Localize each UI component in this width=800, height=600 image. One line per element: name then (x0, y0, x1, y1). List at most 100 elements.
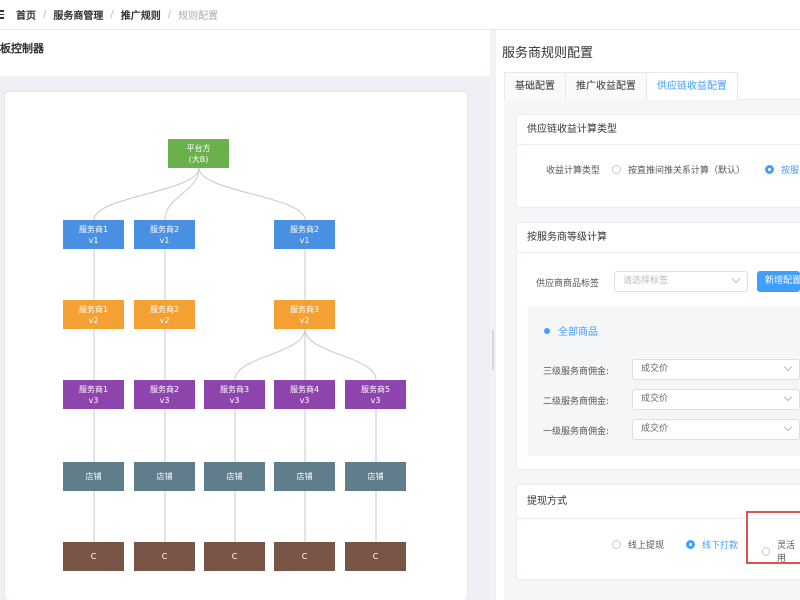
node-customer-4[interactable]: C (274, 542, 335, 571)
top-bar: 首页 / 服务商管理 / 推广规则 / 规则配置 (0, 0, 800, 30)
node-v3-5[interactable]: 服务商5 v3 (345, 380, 406, 409)
withdraw-option-label: 线上提现 (628, 541, 665, 551)
commission-label: 一级服务商佣金: (543, 427, 610, 437)
node-level: v1 (299, 235, 310, 245)
node-name: 店铺 (367, 472, 384, 481)
withdraw-option-offline[interactable]: 线下打款 (686, 538, 738, 551)
node-name: 店铺 (296, 472, 313, 481)
node-v1-1[interactable]: 服务商1 v1 (63, 220, 124, 249)
tag-label: 供应商商品标签 (536, 276, 599, 289)
commission-value: 成交价 (641, 424, 669, 434)
config-title: 服务商规则配置 (502, 46, 594, 61)
chevron-down-icon (783, 362, 793, 372)
chevron-down-icon (783, 422, 793, 432)
breadcrumb-separator: / (110, 9, 114, 20)
node-customer-1[interactable]: C (63, 542, 124, 571)
tab-promotion-income[interactable]: 推广收益配置 (565, 72, 647, 100)
node-level: v1 (159, 235, 170, 245)
add-config-button[interactable]: 新增配置 (757, 271, 800, 292)
commission-select-level2[interactable]: 成交价 (632, 389, 800, 410)
commission-row-level2: 二级服务商佣金: (543, 394, 609, 407)
node-name: 服务商3 (289, 304, 320, 314)
group-title-text: 全部商品 (558, 327, 598, 338)
section-calc-type: 供应链收益计算类型 (516, 114, 800, 208)
breadcrumb-separator: / (43, 9, 47, 20)
calc-type-option-level[interactable]: 按服 (765, 163, 799, 176)
node-platform[interactable]: 平台方 (大B) (168, 139, 229, 168)
withdraw-option-online[interactable]: 线上提现 (612, 538, 664, 551)
node-v3-4[interactable]: 服务商4 v3 (274, 380, 335, 409)
node-store-5[interactable]: 店铺 (345, 462, 406, 491)
node-name: 服务商2 (149, 224, 180, 234)
node-customer-2[interactable]: C (134, 542, 195, 571)
commission-row-level3: 三级服务商佣金: (543, 364, 609, 377)
node-name: 服务商1 (78, 224, 109, 234)
commission-label: 二级服务商佣金: (543, 397, 610, 407)
config-tabs: 基础配置 推广收益配置 供应链收益配置 (504, 72, 800, 100)
splitter-grip-icon[interactable] (492, 330, 494, 370)
node-name: 店铺 (226, 472, 243, 481)
node-store-3[interactable]: 店铺 (204, 462, 265, 491)
group-title: 全部商品 (544, 323, 598, 338)
tab-basic-config[interactable]: 基础配置 (504, 72, 566, 100)
breadcrumb-home[interactable]: 首页 (16, 7, 36, 22)
hierarchy-canvas: 平台方 (大B) 服务商1 v1 服务商2 v1 服务商2 v1 服务商1 v2… (5, 92, 467, 600)
node-store-2[interactable]: 店铺 (134, 462, 195, 491)
node-name: 服务商5 (360, 384, 391, 394)
tag-label-text: 供应商商品标签 (536, 279, 600, 289)
node-name: 服务商2 (149, 384, 180, 394)
node-name: C (231, 552, 238, 561)
node-name: 服务商1 (78, 384, 109, 394)
node-v3-1[interactable]: 服务商1 v3 (63, 380, 124, 409)
node-name: 服务商3 (219, 384, 250, 394)
calc-type-label-text: 收益计算类型 (546, 166, 601, 176)
radio-off-icon[interactable] (612, 540, 621, 549)
node-customer-3[interactable]: C (204, 542, 265, 571)
node-level: v2 (299, 315, 310, 325)
calc-type-option-relation-label: 按直推间推关系计算（默认） (628, 166, 746, 176)
tag-select-placeholder: 请选择标签 (623, 276, 669, 286)
commission-select-level3[interactable]: 成交价 (632, 359, 800, 380)
node-customer-5[interactable]: C (345, 542, 406, 571)
node-level: v3 (88, 395, 99, 405)
commission-value: 成交价 (641, 364, 669, 374)
breadcrumb-provider-management[interactable]: 服务商管理 (53, 7, 103, 22)
node-level: v3 (159, 395, 170, 405)
node-v3-2[interactable]: 服务商2 v3 (134, 380, 195, 409)
calc-type-option-relation[interactable]: 按直推间推关系计算（默认） (612, 163, 745, 176)
node-name: 店铺 (85, 472, 102, 481)
radio-on-icon[interactable] (765, 165, 774, 174)
breadcrumb-rule-config: 规则配置 (178, 11, 219, 22)
tab-supply-chain-income[interactable]: 供应链收益配置 (646, 72, 738, 100)
connector-lines (93, 167, 377, 542)
section-level-calc-title: 按服务商等级计算 (517, 223, 800, 253)
node-level: v2 (88, 315, 99, 325)
tag-select[interactable]: 请选择标签 (614, 271, 748, 292)
commission-label: 三级服务商佣金: (543, 367, 610, 377)
node-v1-3[interactable]: 服务商2 v1 (274, 220, 335, 249)
radio-off-icon[interactable] (612, 165, 621, 174)
node-platform-sublabel: (大B) (188, 154, 209, 164)
calc-type-label: 收益计算类型 (546, 163, 600, 176)
commission-select-level1[interactable]: 成交价 (632, 419, 800, 440)
breadcrumb: 首页 / 服务商管理 / 推广规则 / 规则配置 (16, 7, 218, 22)
node-v3-3[interactable]: 服务商3 v3 (204, 380, 265, 409)
chevron-down-icon (731, 274, 741, 284)
node-store-4[interactable]: 店铺 (274, 462, 335, 491)
node-v1-2[interactable]: 服务商2 v1 (134, 220, 195, 249)
node-level: v2 (159, 315, 170, 325)
node-v2-3[interactable]: 服务商3 v2 (274, 300, 335, 329)
commission-value: 成交价 (641, 394, 669, 404)
node-name: C (301, 552, 308, 561)
node-v2-2[interactable]: 服务商2 v2 (134, 300, 195, 329)
node-level: v1 (88, 235, 99, 245)
node-name: C (161, 552, 168, 561)
radio-on-icon[interactable] (686, 540, 695, 549)
bullet-dot-icon (544, 327, 550, 334)
menu-toggle-icon[interactable] (0, 10, 8, 19)
commission-row-level1: 一级服务商佣金: (543, 424, 609, 437)
node-name: 服务商1 (78, 304, 109, 314)
node-store-1[interactable]: 店铺 (63, 462, 124, 491)
breadcrumb-promotion-rules[interactable]: 推广规则 (121, 7, 161, 22)
node-v2-1[interactable]: 服务商1 v2 (63, 300, 124, 329)
